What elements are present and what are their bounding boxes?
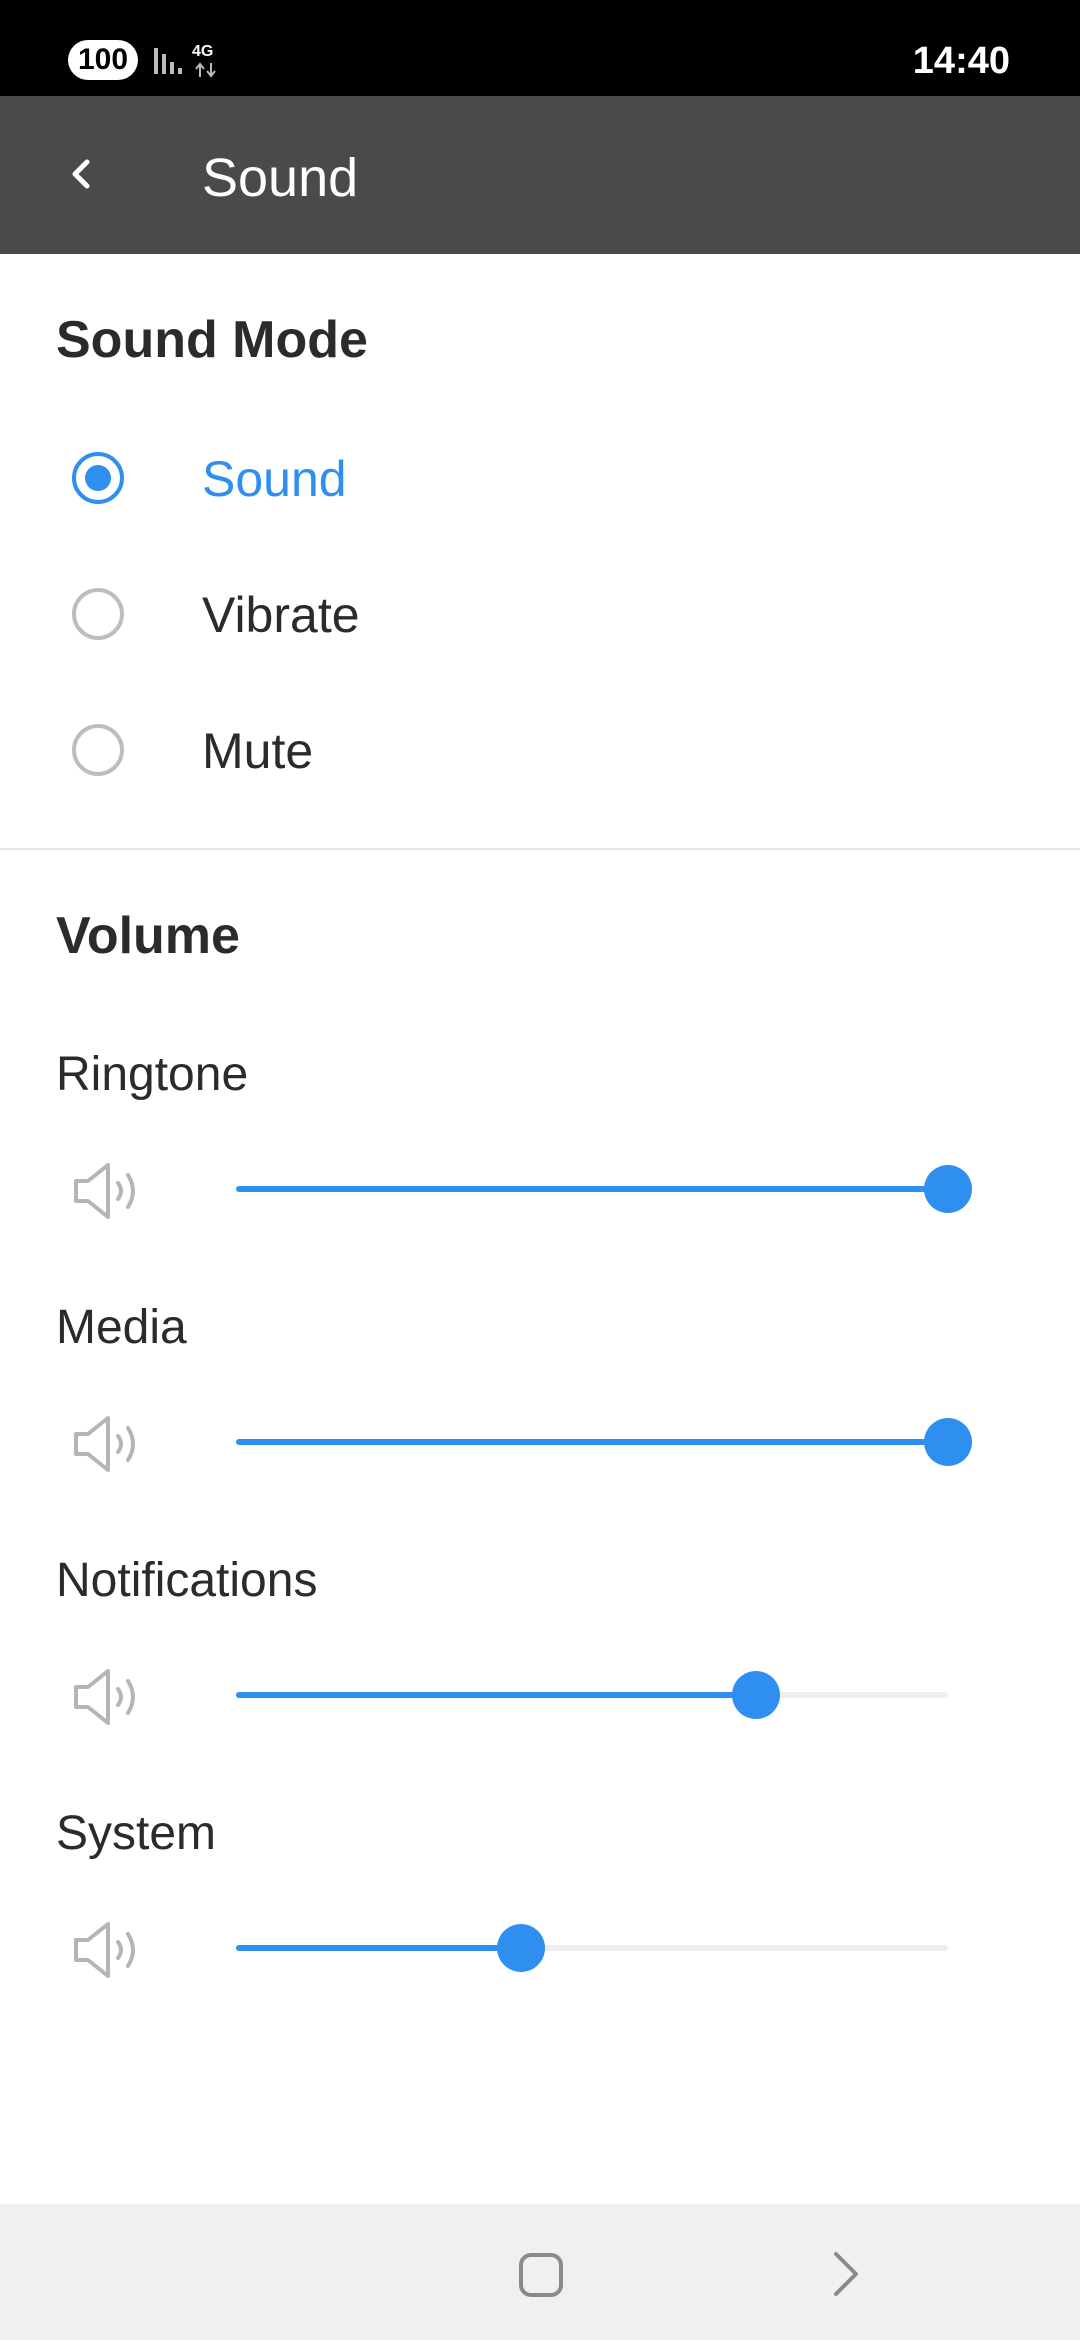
sound-mode-heading: Sound Mode — [56, 311, 368, 369]
sound-mode-option-label: Vibrate — [202, 587, 360, 643]
radio-button-unchecked[interactable] — [72, 588, 124, 640]
chevron-right-icon[interactable] — [826, 2248, 866, 2300]
sound-mode-option-vibrate[interactable]: Vibrate — [0, 557, 1080, 677]
slider-thumb[interactable] — [924, 1165, 972, 1213]
speaker-icon — [74, 1669, 135, 1725]
network-type-label: 4G — [192, 43, 214, 60]
volume-heading: Volume — [56, 907, 240, 965]
radio-button-unchecked[interactable] — [72, 724, 124, 776]
sound-settings-screen: 100 4G 14:40 Sound Sound Mode Sound Vibr… — [0, 0, 1080, 2340]
notifications-volume-slider[interactable] — [236, 1671, 948, 1719]
section-divider — [0, 848, 1080, 850]
sound-mode-option-mute[interactable]: Mute — [0, 693, 1080, 813]
speaker-icon — [74, 1163, 135, 1219]
media-volume-slider[interactable] — [236, 1418, 972, 1466]
speaker-icon — [74, 1416, 135, 1472]
media-label: Media — [56, 1301, 187, 1354]
sound-mode-option-sound[interactable]: Sound — [0, 421, 1080, 541]
slider-fill — [236, 1945, 521, 1951]
sound-mode-option-label: Mute — [202, 723, 314, 779]
data-arrows-icon — [195, 62, 216, 78]
signal-strength-icon — [154, 48, 182, 74]
page-title: Sound — [202, 148, 359, 208]
slider-thumb[interactable] — [496, 1924, 545, 1972]
speaker-icon — [74, 1922, 135, 1978]
battery-indicator: 100 — [68, 40, 138, 80]
notifications-volume-row — [0, 1645, 1080, 1745]
radio-button-checked[interactable] — [72, 452, 124, 504]
slider-fill — [236, 1186, 948, 1192]
sound-mode-option-label: Sound — [202, 451, 347, 507]
ringtone-label: Ringtone — [56, 1048, 249, 1101]
slider-thumb[interactable] — [924, 1418, 972, 1466]
system-volume-slider[interactable] — [236, 1924, 948, 1972]
radio-dot — [85, 465, 111, 491]
ringtone-volume-slider[interactable] — [236, 1165, 972, 1213]
status-clock: 14:40 — [912, 40, 1010, 82]
system-navigation-bar — [0, 2204, 1080, 2340]
network-type-icon: 4G — [192, 44, 222, 80]
square-home-icon[interactable] — [518, 2252, 564, 2298]
system-label: System — [56, 1807, 217, 1860]
system-volume-row — [0, 1898, 1080, 1998]
slider-fill — [236, 1692, 756, 1698]
slider-thumb[interactable] — [731, 1671, 780, 1719]
notifications-label: Notifications — [56, 1554, 318, 1607]
slider-fill — [236, 1439, 948, 1445]
chevron-left-icon — [72, 159, 90, 189]
back-button[interactable] — [48, 132, 112, 216]
media-volume-row — [0, 1392, 1080, 1492]
status-bar: 100 4G 14:40 — [0, 0, 1080, 96]
app-bar: Sound — [0, 96, 1080, 254]
ringtone-volume-row — [0, 1139, 1080, 1239]
